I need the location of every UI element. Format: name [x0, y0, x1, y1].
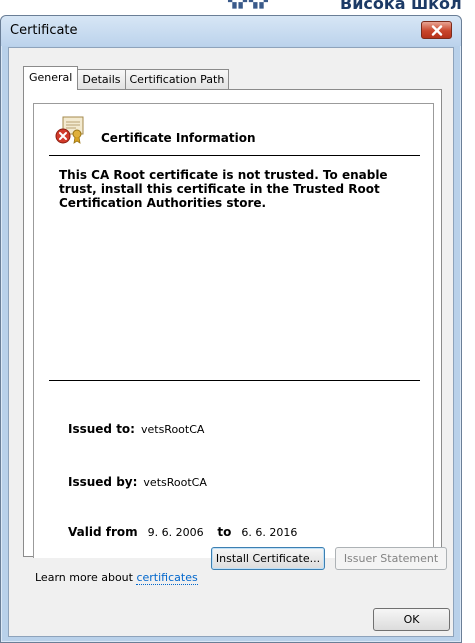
issued-by-value: vetsRootCA: [143, 476, 207, 489]
issued-by-label: Issued by:: [68, 475, 138, 489]
certificate-heading: Certificate Information: [101, 131, 256, 145]
issued-to-row: Issued to: vetsRootCA: [68, 422, 204, 436]
valid-from-label: Valid from: [68, 525, 138, 539]
learn-more-prefix: Learn more about: [35, 571, 137, 584]
background-heading: Висока школ: [340, 0, 462, 13]
tab-details[interactable]: Details: [77, 69, 126, 90]
valid-to-value: 6. 6. 2016: [241, 526, 298, 539]
issued-to-label: Issued to:: [68, 422, 135, 436]
certificate-dialog: Certificate General Details Certificatio…: [0, 15, 462, 643]
title-bar[interactable]: Certificate: [1, 16, 461, 46]
issued-by-row: Issued by: vetsRootCA: [68, 475, 207, 489]
close-button[interactable]: [421, 21, 452, 39]
divider-top: [49, 155, 420, 156]
trust-message: This CA Root certificate is not trusted.…: [59, 168, 388, 210]
tab-strip: General Details Certification Path: [23, 66, 230, 90]
close-icon: [431, 24, 442, 36]
valid-from-value: 9. 6. 2006: [147, 526, 204, 539]
issuer-statement-button[interactable]: Issuer Statement: [335, 547, 447, 570]
certificate-info-box: Certificate Information This CA Root cer…: [33, 103, 434, 558]
dialog-body: General Details Certification Path Certi…: [8, 47, 454, 637]
install-certificate-button[interactable]: Install Certificate...: [211, 547, 325, 570]
learn-more-text: Learn more about certificates: [35, 571, 198, 585]
issued-to-value: vetsRootCA: [140, 423, 205, 436]
certificate-error-icon: [55, 116, 84, 144]
valid-to-label: to: [217, 525, 232, 539]
background-logo: ▚▞▚▞: [228, 0, 270, 9]
tab-general[interactable]: General: [23, 66, 79, 90]
tab-certification-path[interactable]: Certification Path: [124, 69, 230, 90]
background-page: ▚▞▚▞ Висока школ: [0, 0, 475, 16]
ok-button[interactable]: OK: [373, 608, 450, 631]
window-title: Certificate: [10, 23, 78, 38]
certificates-link[interactable]: certificates: [136, 571, 198, 585]
divider-bottom: [49, 380, 420, 381]
general-tab-panel: Certificate Information This CA Root cer…: [23, 89, 442, 558]
validity-row: Valid from 9. 6. 2006 to 6. 6. 2016: [68, 525, 297, 539]
